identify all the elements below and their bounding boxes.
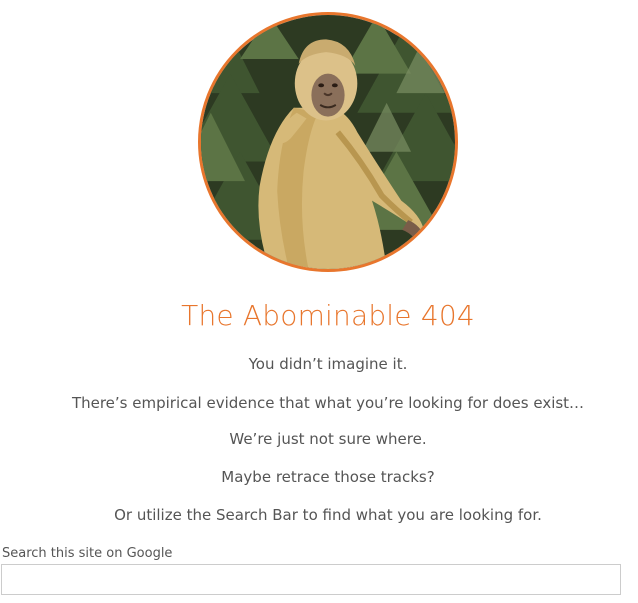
google-search-input[interactable] <box>1 564 621 595</box>
message-line-1: You didn’t imagine it. <box>248 355 408 373</box>
message-line-3: We’re just not sure where. <box>229 430 427 448</box>
message-line-5: Or utilize the Search Bar to find what y… <box>114 506 542 524</box>
message-line-2: There’s empirical evidence that what you… <box>71 394 585 412</box>
page-title: The Abominable 404 <box>181 299 475 332</box>
search-label: Search this site on Google <box>2 546 173 561</box>
bigfoot-hero-image <box>198 12 458 272</box>
message-line-4: Maybe retrace those tracks? <box>221 468 435 486</box>
bigfoot-illustration <box>201 15 455 269</box>
